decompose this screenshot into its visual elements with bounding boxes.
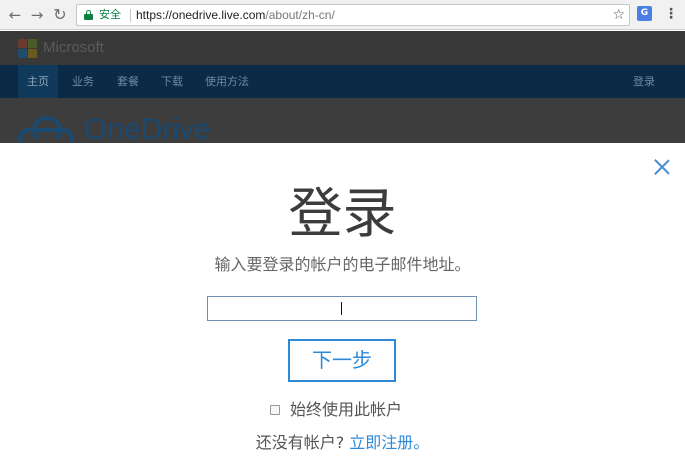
url-text[interactable]: https://onedrive.live.com/about/zh-cn/ — [136, 7, 335, 23]
signup-link[interactable]: 立即注册。 — [349, 433, 429, 452]
star-icon[interactable]: ☆ — [612, 6, 625, 24]
address-bar[interactable]: 安全 https://onedrive.live.com/about/zh-cn… — [76, 4, 630, 26]
dialog-title: 登录 — [288, 182, 397, 245]
nav-sign-in: 登录 — [633, 75, 655, 88]
reload-icon[interactable]: ↻ — [51, 6, 69, 24]
nav-item-business: 业务 — [72, 75, 94, 88]
omnibox-divider — [130, 9, 131, 22]
more-vert-icon[interactable]: ⋮ — [664, 5, 678, 23]
sign-in-dialog: 登录 输入要登录的帐户的电子邮件地址。 下一步 始终使用此帐户 还没有帐户? 立… — [0, 143, 685, 476]
product-title: OneDrive — [84, 113, 211, 143]
secure-label: 安全 — [99, 8, 121, 21]
close-icon[interactable] — [654, 159, 670, 175]
arrow-left-icon[interactable]: ← — [6, 6, 24, 24]
microsoft-header: Microsoft — [0, 31, 685, 65]
onedrive-cloud-icon — [18, 116, 76, 143]
translate-icon[interactable]: G — [637, 6, 652, 21]
next-button[interactable]: 下一步 — [288, 339, 396, 382]
nav-item-home: 主页 — [18, 65, 58, 98]
nav-item-how-to: 使用方法 — [205, 75, 249, 88]
signup-prompt: 还没有帐户? 立即注册。 — [0, 432, 685, 454]
hero-banner: OneDrive — [0, 98, 685, 143]
dialog-subtitle: 输入要登录的帐户的电子邮件地址。 — [214, 255, 471, 274]
lock-icon — [84, 10, 93, 20]
text-caret — [341, 302, 342, 315]
microsoft-logo-icon — [18, 39, 37, 58]
nav-item-download: 下载 — [161, 75, 183, 88]
remember-checkbox[interactable] — [270, 405, 280, 415]
remember-label[interactable]: 始终使用此帐户 — [290, 401, 402, 419]
arrow-right-icon[interactable]: → — [28, 6, 46, 24]
background-page: Microsoft 主页 业务 套餐 下载 使用方法 登录 OneDrive — [0, 31, 685, 143]
email-field[interactable] — [207, 296, 477, 321]
microsoft-brand: Microsoft — [43, 39, 104, 56]
nav-item-plans: 套餐 — [117, 75, 139, 88]
browser-toolbar: ← → ↻ 安全 https://onedrive.live.com/about… — [0, 0, 685, 30]
onedrive-nav: 主页 业务 套餐 下载 使用方法 登录 — [0, 65, 685, 98]
no-account-text: 还没有帐户? — [255, 433, 345, 452]
